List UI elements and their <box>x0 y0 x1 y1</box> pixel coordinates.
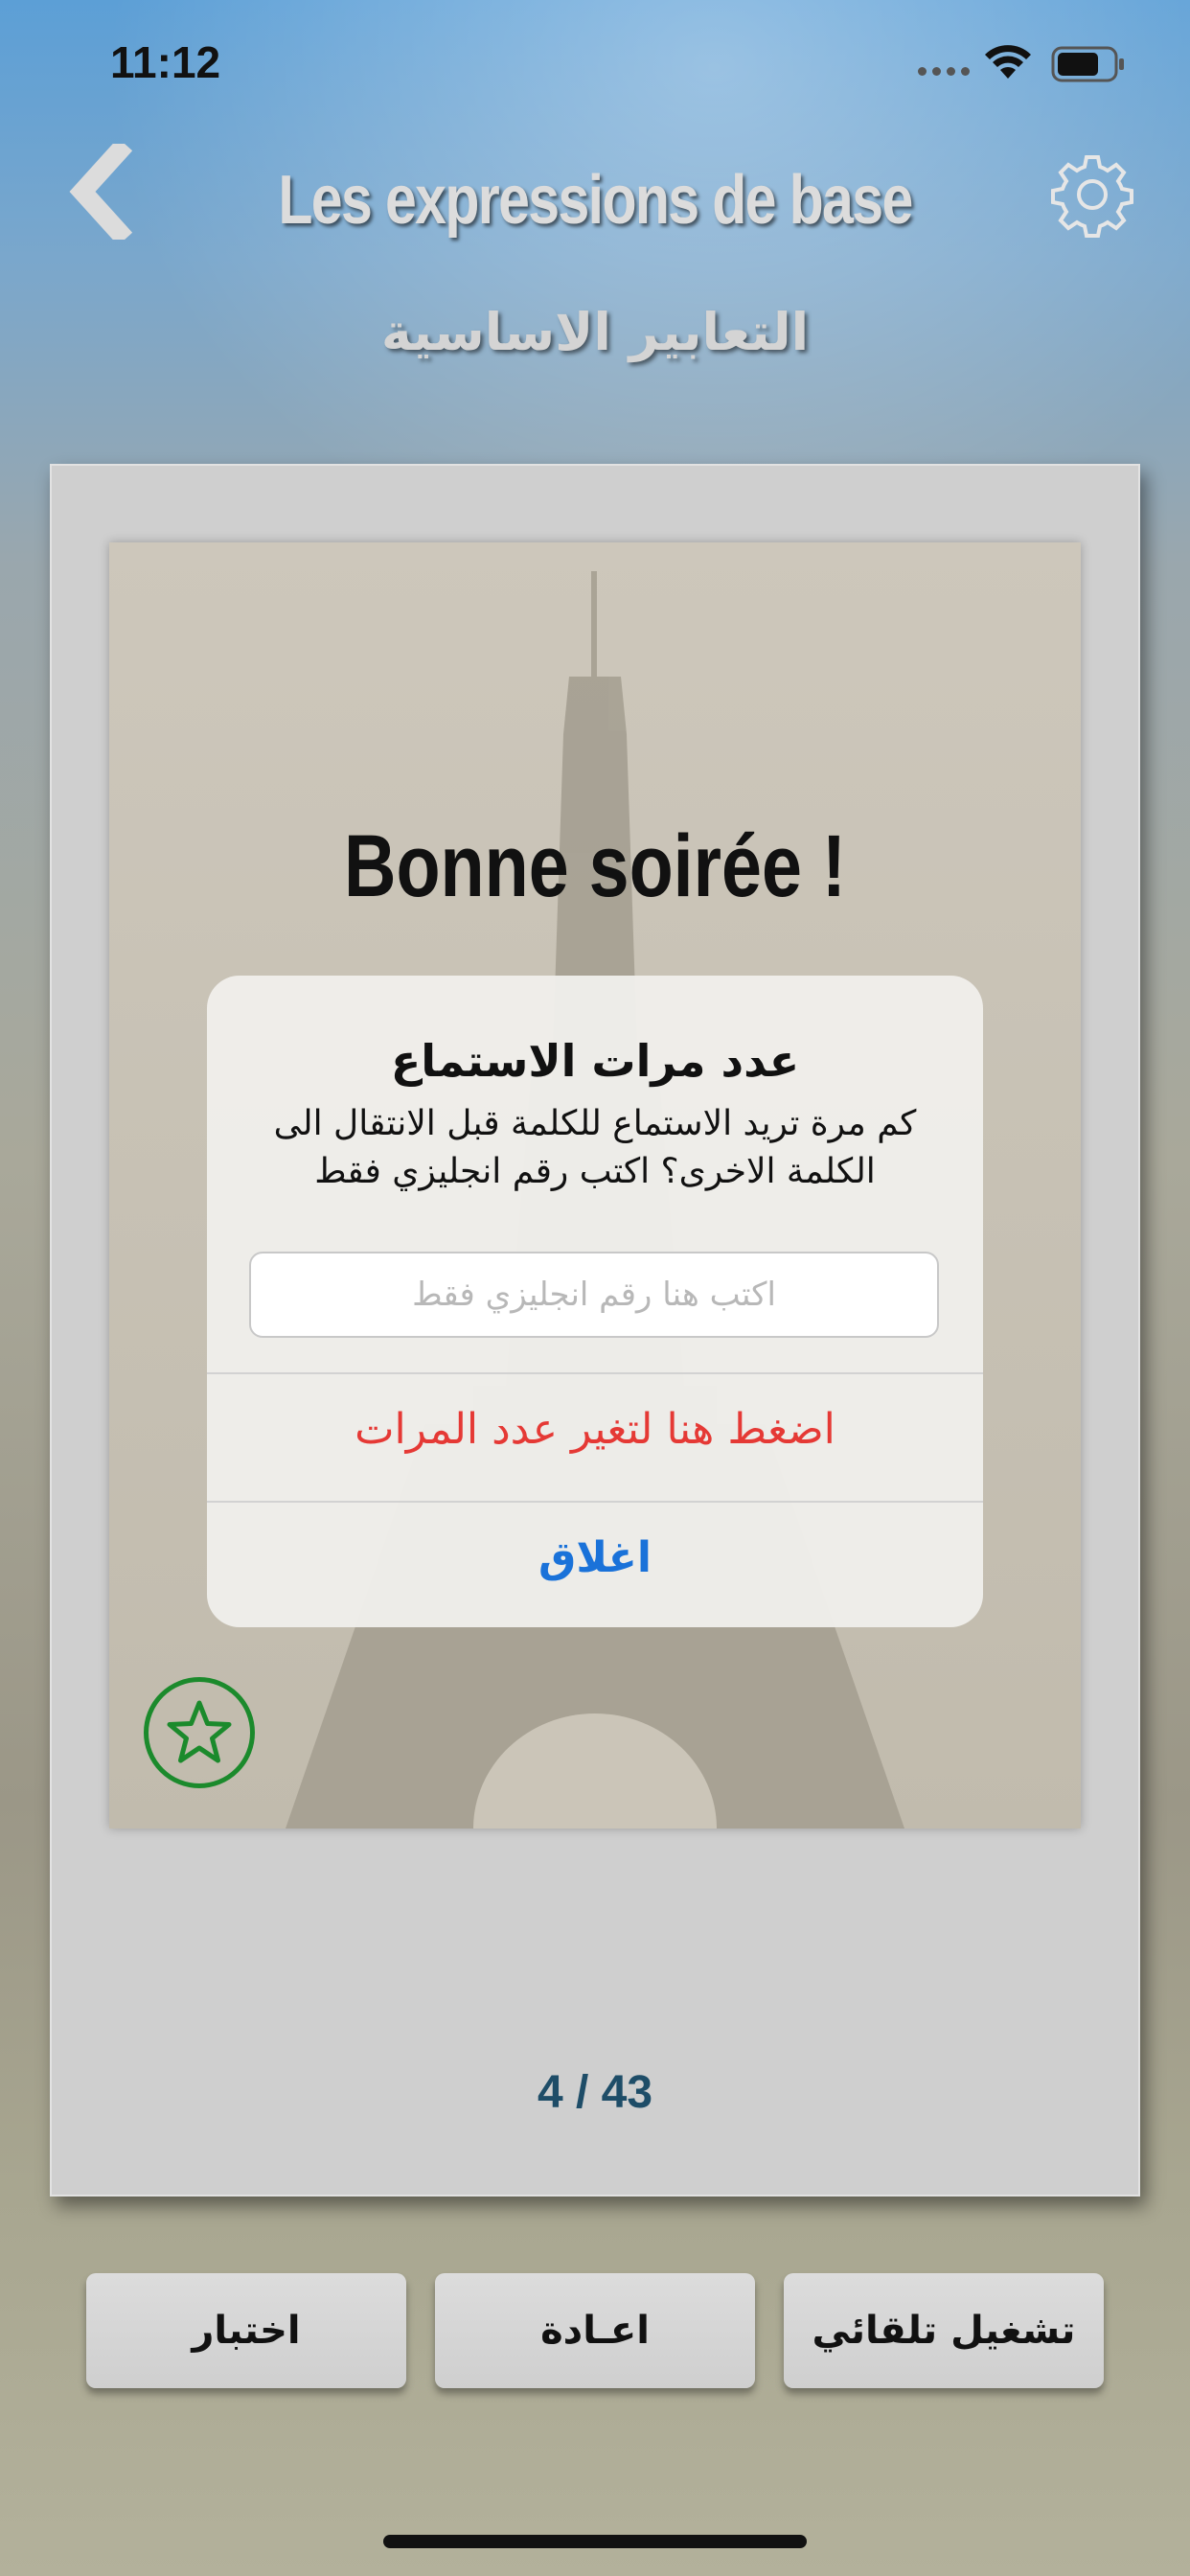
card-counter: 4 / 43 <box>537 2067 653 2118</box>
page-title: Les expressions de base <box>278 162 913 239</box>
test-button[interactable]: اختبار <box>86 2273 406 2388</box>
phrase-text: Bonne soirée ! <box>343 817 846 915</box>
star-icon <box>167 1700 232 1763</box>
dialog-message: كم مرة تريد الاستماع للكلمة قبل الانتقال… <box>273 1104 917 1191</box>
page-subtitle: التعابير الاساسية <box>380 302 810 362</box>
status-time: 11:12 <box>110 37 221 87</box>
autoplay-button[interactable]: تشغيل تلقائي <box>784 2273 1104 2388</box>
divider <box>207 1372 983 1374</box>
wifi-icon <box>982 42 1034 84</box>
gear-icon[interactable] <box>1049 151 1135 242</box>
listen-count-dialog: عدد مرات الاستماع كم مرة تريد الاستماع ل… <box>207 976 983 1627</box>
signal-icon <box>918 67 970 76</box>
divider <box>207 1501 983 1503</box>
dialog-title: عدد مرات الاستماع <box>390 1035 800 1087</box>
repeat-button[interactable]: اعـادة <box>435 2273 755 2388</box>
favorite-star-button[interactable] <box>144 1677 255 1788</box>
battery-icon <box>1051 46 1128 86</box>
change-count-button[interactable]: اضغط هنا لتغير عدد المرات <box>207 1405 983 1454</box>
close-button[interactable]: اغلاق <box>207 1533 983 1582</box>
home-indicator[interactable] <box>383 2535 807 2548</box>
listen-count-input[interactable] <box>249 1252 939 1338</box>
